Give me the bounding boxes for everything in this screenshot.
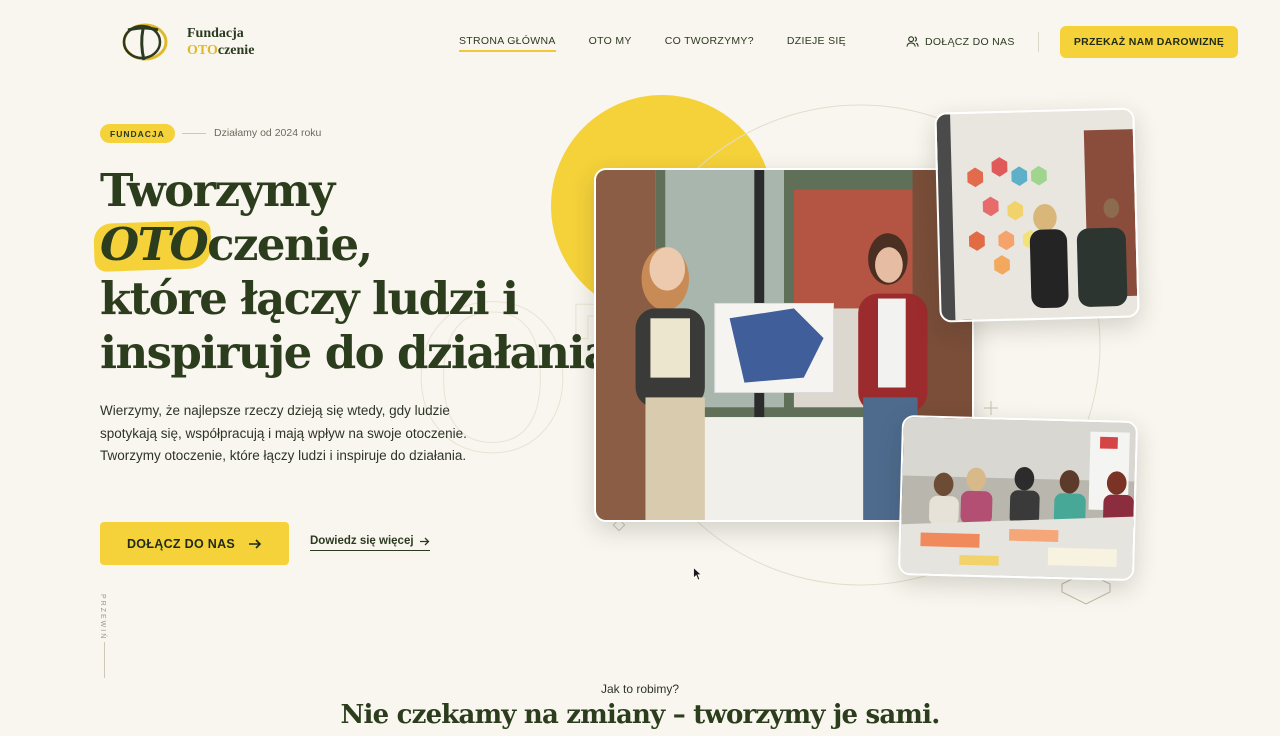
- users-icon: [906, 36, 919, 47]
- logo-text: Fundacja OTOczenie: [187, 25, 254, 59]
- mouse-cursor-icon: [693, 567, 703, 581]
- arrow-right-icon: [249, 538, 262, 549]
- headline-line4: inspiruje do działania: [100, 326, 613, 379]
- headline-line3: które łączy ludzi i: [100, 272, 519, 325]
- logo-accent: OTO: [187, 43, 218, 58]
- foundation-badge: FUNDACJA: [100, 124, 175, 143]
- how-we-do-eyebrow: Jak to robimy?: [600, 682, 680, 696]
- join-us-label: DOŁĄCZ DO NAS: [925, 35, 1015, 48]
- badge-divider: [182, 133, 206, 134]
- donate-button[interactable]: PRZEKAŻ NAM DAROWIZNĘ: [1060, 26, 1238, 58]
- join-us-link[interactable]: DOŁĄCZ DO NAS: [906, 35, 1015, 48]
- nav-item-what-we-create[interactable]: CO TWORZYMY?: [665, 35, 754, 52]
- logo[interactable]: Fundacja OTOczenie: [118, 20, 254, 64]
- headline-line2: czenie,: [207, 218, 373, 271]
- workshop-hexagon-wall-photo: [934, 107, 1140, 323]
- main-nav: STRONA GŁÓWNA OTO MY CO TWORZYMY? DZIEJE…: [459, 35, 879, 52]
- nav-item-events[interactable]: DZIEJE SIĘ: [787, 35, 846, 52]
- how-we-do-title: Nie czekamy na zmiany – tworzymy je sami…: [340, 700, 941, 730]
- join-us-button-label: DOŁĄCZ DO NAS: [126, 536, 236, 551]
- scroll-line: [104, 642, 105, 678]
- since-text: Działamy od 2024 roku: [214, 127, 322, 139]
- headline-highlight: OTO: [100, 218, 209, 271]
- nav-item-home[interactable]: STRONA GŁÓWNA: [459, 35, 556, 52]
- header-divider: [1038, 32, 1039, 52]
- hero-headline: Tworzymy OTOczenie, które łączy ludzi i …: [100, 164, 613, 380]
- join-us-button[interactable]: DOŁĄCZ DO NAS: [100, 522, 289, 565]
- learn-more-label: Dowiedz się więcej: [310, 535, 414, 547]
- logo-mark-icon: [122, 23, 168, 61]
- arrow-right-icon: [419, 537, 429, 545]
- headline-line1: Tworzymy: [100, 164, 335, 217]
- nav-item-about[interactable]: OTO MY: [589, 35, 632, 52]
- logo-line2: czenie: [217, 43, 255, 58]
- logo-line1: Fundacja: [187, 26, 244, 41]
- hero-lead: Wierzymy, że najlepsze rzeczy dzieją się…: [100, 403, 467, 463]
- meeting-table-photo: [897, 414, 1139, 582]
- scroll-hint[interactable]: PRZEWIŃ: [99, 594, 106, 640]
- site-header: Fundacja OTOczenie STRONA GŁÓWNA OTO MY …: [0, 0, 1280, 84]
- learn-more-link[interactable]: Dowiedz się więcej: [310, 535, 430, 551]
